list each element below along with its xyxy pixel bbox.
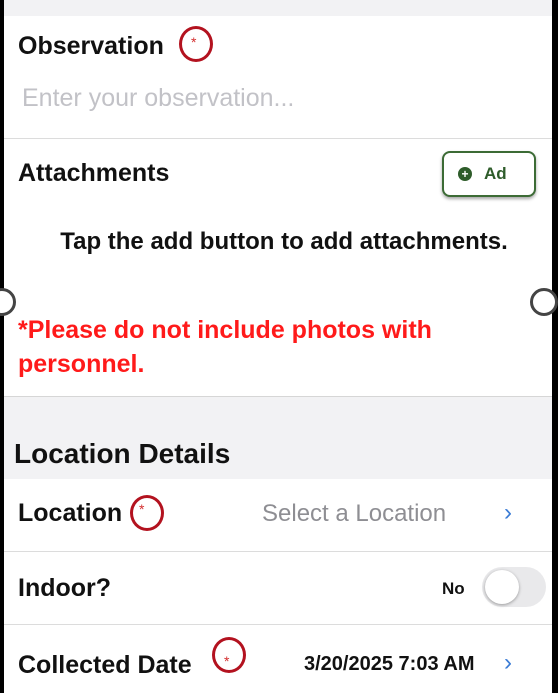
observation-label: Observation [18,32,164,60]
toggle-knob [485,570,519,604]
collected-date-row[interactable]: Collected Date * 3/20/2025 7:03 AM › [4,625,552,693]
collected-date-label: Collected Date [18,651,192,679]
annotation-circle [212,637,246,673]
observation-input[interactable]: Enter your observation... [22,84,294,113]
indoor-toggle[interactable] [482,567,546,607]
indoor-row: Indoor? No [4,552,552,625]
plus-circle-icon: + [458,167,472,181]
collected-date-value: 3/20/2025 7:03 AM [304,653,475,675]
attachments-hint: Tap the add button to add attachments. [60,228,508,255]
annotation-circle [130,495,164,531]
observation-row[interactable]: Observation * Enter your observation... [4,16,552,139]
location-row[interactable]: Location * Select a Location › [4,479,552,552]
indoor-state-label: No [442,579,465,598]
location-value: Select a Location [262,500,447,527]
chevron-right-icon: › [504,649,512,676]
location-label: Location [18,499,123,527]
form-screen: Observation * Enter your observation... … [4,0,552,693]
chevron-right-icon: › [504,499,512,526]
top-strip [4,0,552,17]
location-details-title: Location Details [14,438,231,469]
attachments-label: Attachments [18,159,170,187]
attachments-warning: *Please do not include photos with perso… [18,316,432,378]
annotation-circle [179,26,213,62]
add-attachment-button[interactable]: + Ad [442,151,536,197]
add-button-label: Ad [484,164,507,183]
right-resize-handle[interactable] [530,288,558,316]
indoor-label: Indoor? [18,574,112,602]
